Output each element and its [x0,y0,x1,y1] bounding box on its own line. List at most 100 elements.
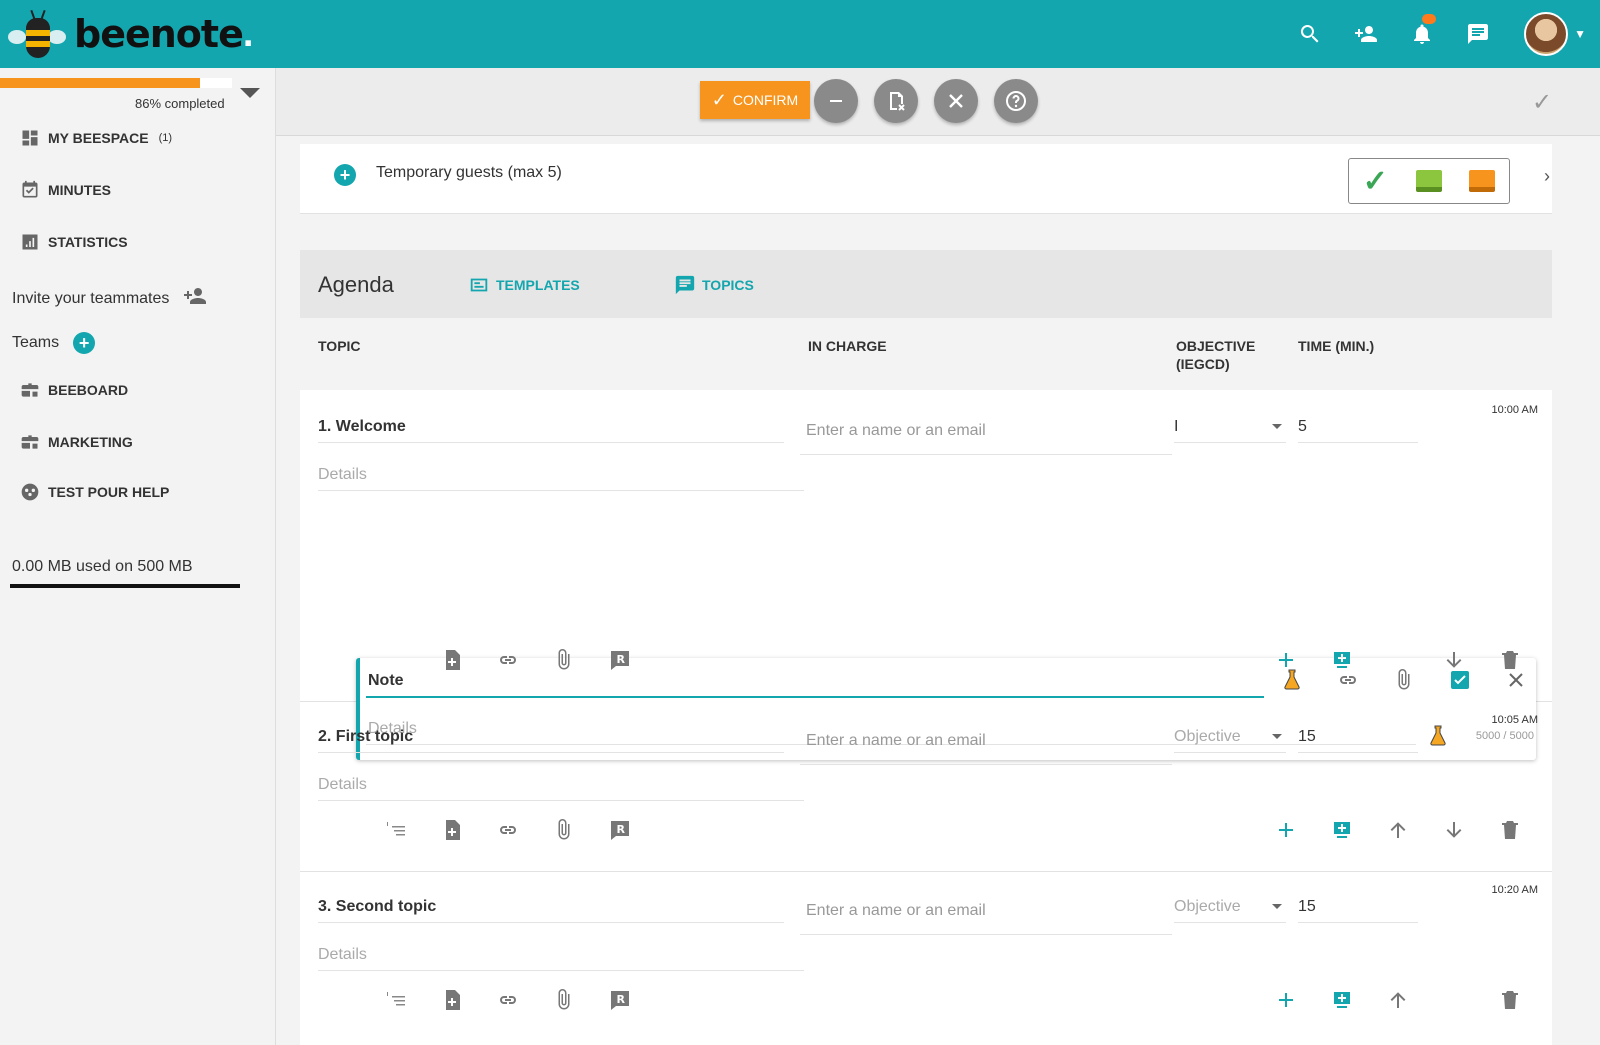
attachment-icon[interactable] [1388,664,1420,696]
close-icon [949,94,963,108]
resolution-icon[interactable]: R [604,644,636,676]
resolution-icon[interactable]: R [604,814,636,846]
sidebar-item-minutes[interactable]: MINUTES [20,180,111,200]
topic-title[interactable]: 1. Welcome [318,418,406,436]
details-input[interactable]: Details [318,466,367,484]
tab-templates[interactable]: TEMPLATES [468,274,580,296]
attachment-icon[interactable] [548,984,580,1016]
resolution-icon[interactable]: R [604,984,636,1016]
group-icon [20,482,40,502]
caret-down-icon[interactable] [240,88,260,98]
arrow-down-icon[interactable] [1438,644,1470,676]
attachment-icon[interactable] [548,814,580,846]
sidebar-item-my-beespace[interactable]: MY BEESPACE (1) [20,128,172,148]
search-icon[interactable] [1282,10,1338,58]
objective-select[interactable]: I [1174,418,1178,436]
add-icon[interactable] [1270,984,1302,1016]
topic-title[interactable]: 3. Second topic [318,898,436,916]
link-icon[interactable] [492,814,524,846]
agenda-title: Agenda [318,272,394,297]
agenda-topic: 10:20 AM 3. Second topic Enter a name or… [300,872,1552,1045]
in-charge-input[interactable]: Enter a name or an email [806,902,986,920]
trash-icon[interactable] [1494,984,1526,1016]
close-button[interactable] [934,79,978,123]
in-charge-input[interactable]: Enter a name or an email [806,422,986,440]
details-input[interactable]: Details [318,776,367,794]
arrow-up-icon[interactable] [1382,984,1414,1016]
sidebar-item-marketing[interactable]: MARKETING [20,432,133,452]
note-title-input[interactable]: Note [368,672,404,690]
add-subtopic-icon[interactable] [1326,984,1358,1016]
link-icon[interactable] [492,984,524,1016]
briefcase-lock-icon [20,432,40,452]
agenda-topic: 10:00 AM 1. Welcome Enter a name or an e… [300,390,1552,760]
attachment-icon[interactable] [548,644,580,676]
time-input[interactable]: 15 [1298,728,1316,746]
collapse-button[interactable] [814,79,858,123]
invite-label: Invite your teammates [12,289,170,307]
details-input[interactable]: Details [318,946,367,964]
chat-icon[interactable] [1450,10,1506,58]
add-subtopic-icon[interactable] [1326,644,1358,676]
sidebar-item-test-pour-help[interactable]: TEST POUR HELP [20,482,169,502]
time-input[interactable]: 15 [1298,898,1316,916]
add-user-icon [183,284,207,313]
column-headers: TOPIC IN CHARGE OBJECTIVE (IEGCD) TIME (… [300,318,1552,390]
objective-select[interactable]: Objective [1174,728,1241,746]
add-document-icon[interactable] [436,814,468,846]
confirm-button[interactable]: ✓ CONFIRM [700,81,810,119]
add-user-icon[interactable] [1338,10,1394,58]
objective-select[interactable]: Objective [1174,898,1241,916]
green-block-icon[interactable] [1415,170,1442,192]
chevron-right-icon[interactable]: › [1544,166,1550,187]
check-icon[interactable]: ✓ [1363,164,1388,199]
add-team-button[interactable]: + [73,332,96,354]
topic-title[interactable]: 2. First topic [318,728,413,746]
bell-icon[interactable] [1394,10,1450,58]
numbered-list-icon[interactable] [380,814,412,846]
top-actions: ▼ [1282,10,1586,58]
progress-text: 86% completed [135,96,225,111]
arrow-down-icon[interactable] [1438,814,1470,846]
bee-logo-icon [8,8,68,60]
help-button[interactable] [994,79,1038,123]
column-objective-sub: (IEGCD) [1176,356,1230,372]
add-icon[interactable] [1270,814,1302,846]
cancel-meeting-button[interactable] [874,79,918,123]
caret-down-icon[interactable] [1272,734,1282,739]
sidebar-item-statistics[interactable]: STATISTICS [20,232,128,252]
caret-down-icon[interactable] [1272,904,1282,909]
link-icon[interactable] [492,644,524,676]
time-input[interactable]: 5 [1298,418,1307,436]
column-objective: OBJECTIVE [1176,338,1256,354]
template-icon [470,278,488,292]
sidebar-item-beeboard[interactable]: BEEBOARD [20,380,128,400]
add-subtopic-icon[interactable] [1326,814,1358,846]
invite-teammates-link[interactable]: Invite your teammates [12,284,207,313]
guests-label: Temporary guests (max 5) [376,164,562,181]
confirm-label: CONFIRM [732,92,799,108]
add-document-icon[interactable] [436,644,468,676]
column-in-charge: IN CHARGE [808,338,887,354]
tab-label: TOPICS [702,277,754,293]
add-icon[interactable] [1270,644,1302,676]
chevron-down-icon[interactable]: ▼ [1574,27,1586,41]
teams-header: Teams + [12,332,96,354]
trash-icon[interactable] [1494,814,1526,846]
meeting-status-tools: ✓ [1348,158,1510,204]
app-logo[interactable]: beenote. [8,8,253,60]
numbered-list-icon[interactable] [380,984,412,1016]
sidebar-item-label: MARKETING [48,434,133,450]
notification-badge [1422,14,1437,24]
orange-block-icon[interactable] [1469,170,1496,192]
avatar[interactable] [1524,12,1569,56]
add-document-icon[interactable] [436,984,468,1016]
caret-down-icon[interactable] [1272,424,1282,429]
agenda-topic: 10:05 AM 2. First topic Enter a name or … [300,702,1552,872]
trash-icon[interactable] [1494,644,1526,676]
tab-topics[interactable]: TOPICS [674,274,754,296]
arrow-up-icon[interactable] [1382,814,1414,846]
add-guest-button[interactable]: + [334,164,356,186]
check-icon[interactable]: ✓ [1532,88,1560,116]
in-charge-input[interactable]: Enter a name or an email [806,732,986,750]
